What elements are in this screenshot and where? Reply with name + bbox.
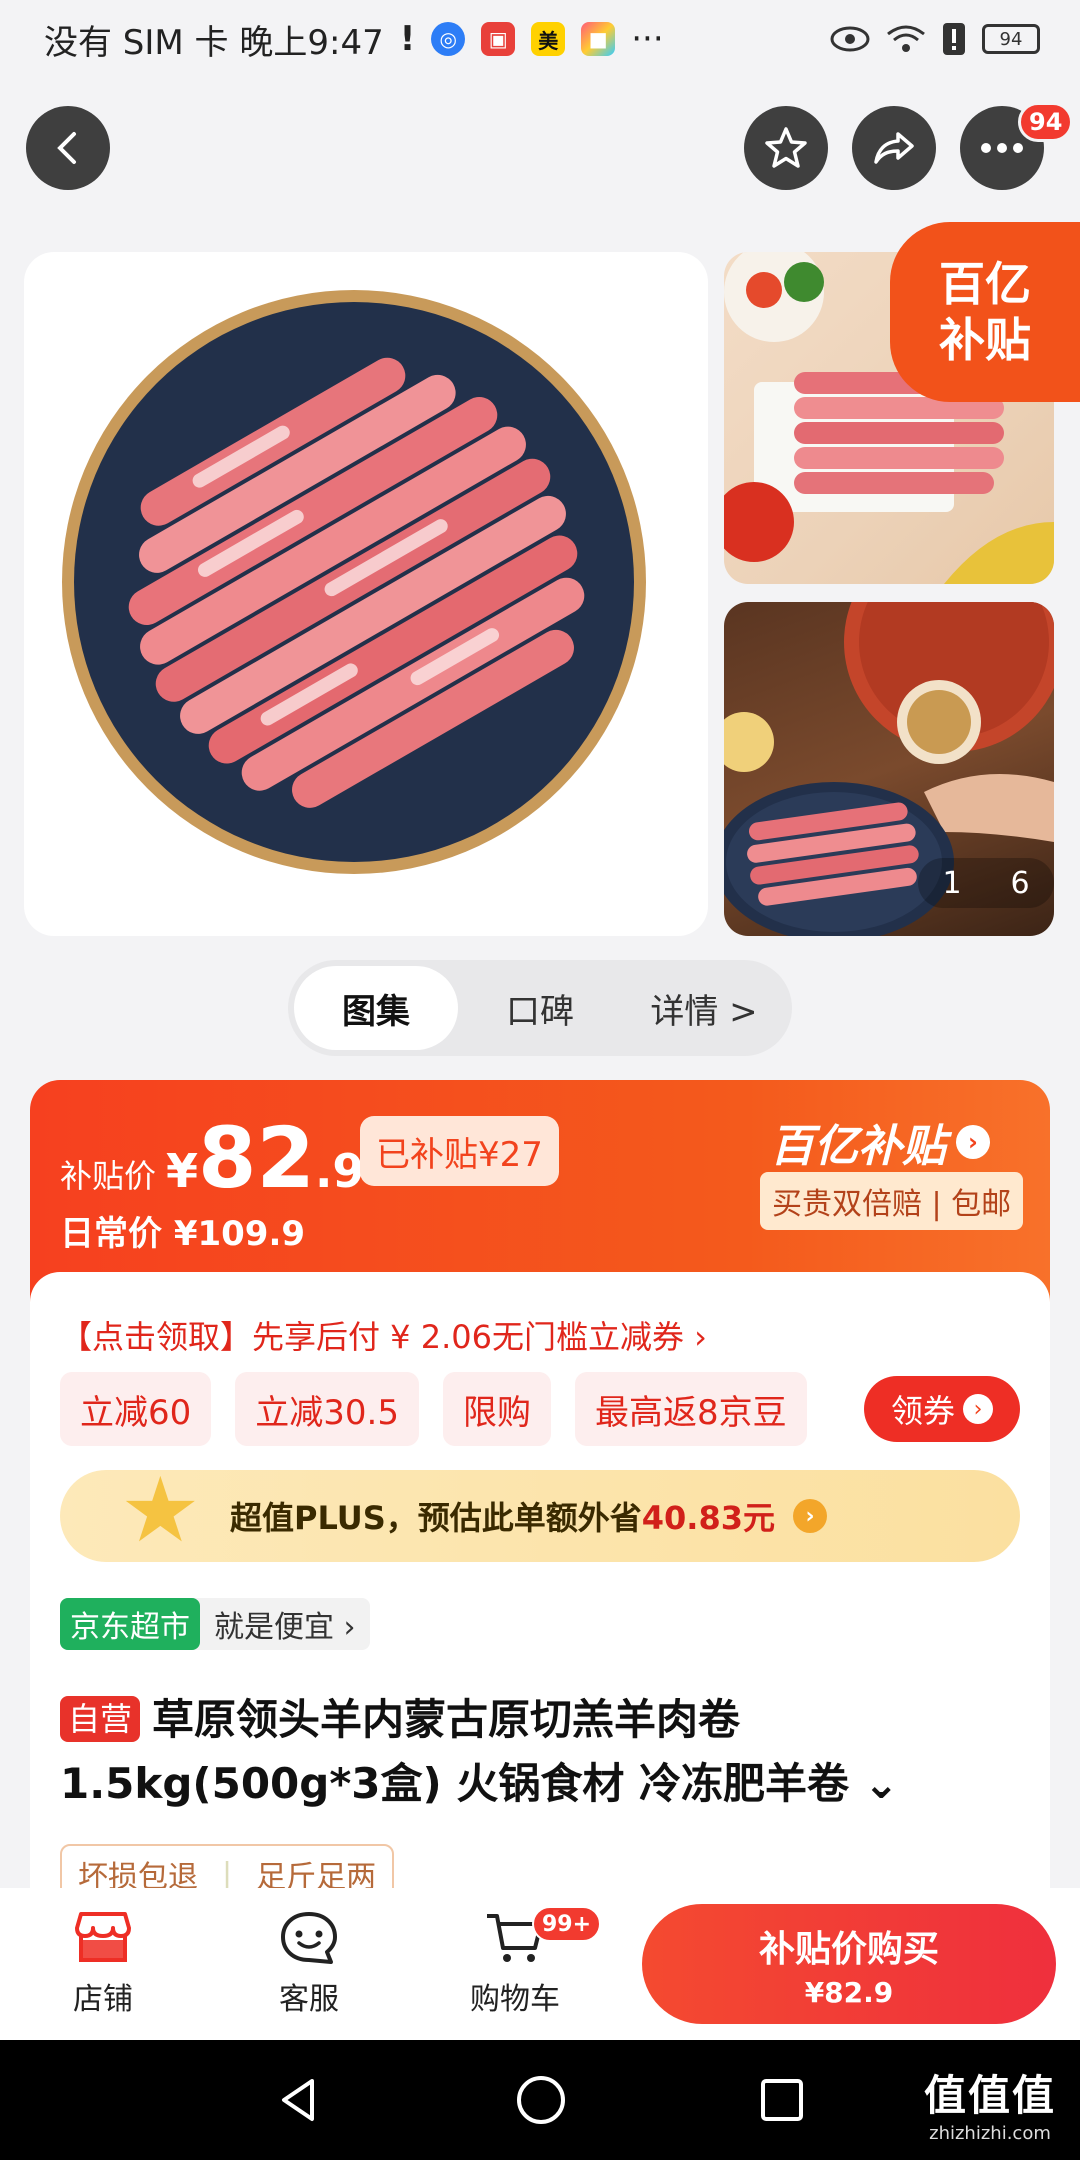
colorful-app-icon: ■ <box>581 22 616 56</box>
huawei-app-icon: ▣ <box>481 22 516 56</box>
plus-savings-text: 超值PLUS，预估此单额外省 <box>230 1499 642 1537</box>
cart-button[interactable]: 购物车 99+ <box>412 1888 618 2040</box>
yi-subsidy-logo[interactable]: 百亿补贴 › <box>770 1110 990 1174</box>
content-tabs: 图集 口碑 详情 > <box>288 960 792 1056</box>
promo-chip[interactable]: 立减30.5 <box>235 1372 419 1446</box>
carrier-time: 没有 SIM 卡 晚上9:47 <box>44 22 384 63</box>
site-watermark: 值值值 zhizhizhi.com <box>924 2062 1056 2144</box>
page-total: 6 <box>1010 865 1030 901</box>
claim-coupon-button[interactable]: 领券 › <box>864 1376 1020 1442</box>
subsidy-price: 补贴价 ¥ 82 .9 <box>60 1116 364 1200</box>
promo-chip[interactable]: 限购 <box>442 1372 551 1446</box>
bottom-action-bar: 店铺 客服 购物车 99+ 补贴价购买 ¥82.9 <box>0 1888 1080 2040</box>
tab-gallery[interactable]: 图集 <box>294 966 458 1050</box>
nav-home-icon[interactable] <box>514 2073 568 2127</box>
price-integer: 82 <box>198 1109 315 1207</box>
wifi-icon <box>887 25 925 52</box>
store-icon <box>75 1912 131 1962</box>
service-label: 客服 <box>279 1982 339 2017</box>
yi-subsidy-text: 百亿补贴 <box>770 1121 946 1172</box>
store-label: 店铺 <box>73 1982 133 2017</box>
customer-service-button[interactable]: 客服 <box>206 1888 412 2040</box>
yi-badge-line1: 百亿 <box>939 257 1031 311</box>
tab-reviews[interactable]: 口碑 <box>458 966 622 1050</box>
watermark-url: zhizhizhi.com <box>929 2123 1051 2144</box>
browser-app-icon: ◎ <box>431 22 466 56</box>
price-label: 补贴价 <box>60 1157 157 1195</box>
promo-chip[interactable]: 立减60 <box>60 1372 212 1446</box>
buy-button-label: 补贴价购买 <box>758 1928 939 1970</box>
promo-chips: 立减60 立减30.5 限购 最高返8京豆 <box>60 1372 807 1446</box>
star-icon: ★ <box>120 1458 201 1563</box>
yi-badge-line2: 补贴 <box>939 313 1031 367</box>
promo-chip[interactable]: 最高返8京豆 <box>574 1372 807 1446</box>
product-info-card: 【点击领取】先享后付 ¥ 2.06无门槛立减券 › 立减60 立减30.5 限购… <box>30 1272 1050 1904</box>
status-left: 没有 SIM 卡 晚上9:47 ! ◎ ▣ 美 ■ ··· <box>44 15 664 64</box>
tab-details[interactable]: 详情 > <box>622 966 786 1050</box>
jd-slogan: 就是便宜 › <box>214 1610 356 1645</box>
status-right: 94 <box>830 22 1040 56</box>
self-operated-tag: 自营 <box>60 1696 141 1742</box>
main-product-image[interactable] <box>24 252 708 936</box>
page-current: 1 <box>942 865 962 901</box>
price-yen: ¥ <box>166 1144 199 1198</box>
jd-supermarket-link[interactable]: 京东超市 就是便宜 › <box>60 1598 370 1650</box>
chevron-right-icon: › <box>963 1394 993 1424</box>
plus-savings-amount: 40.83元 <box>641 1499 775 1537</box>
share-button[interactable] <box>852 106 936 190</box>
product-title-block[interactable]: 自营 草原领头羊内蒙古原切羔羊肉卷 1.5kg(500g*3盒) 火锅食材 冷冻肥… <box>60 1688 1010 1816</box>
jd-supermarket-tag: 京东超市 <box>60 1598 200 1650</box>
favorite-button[interactable] <box>744 106 828 190</box>
system-navigation-bar <box>0 2040 1080 2160</box>
nav-back-icon[interactable] <box>274 2075 324 2125</box>
sim-alert-icon <box>943 23 965 55</box>
meituan-app-icon: 美 <box>531 22 566 56</box>
price-decimal: .9 <box>314 1144 365 1198</box>
more-dots-icon <box>981 143 1023 153</box>
subsidized-amount-tag: 已补贴¥27 <box>360 1116 559 1186</box>
watermark-logo: 值值值 <box>924 2071 1057 2120</box>
lamb-rolls-plate-image <box>62 290 646 874</box>
more-icon: ··· <box>631 19 664 59</box>
alert-icon: ! <box>399 19 416 59</box>
daily-price: 日常价 ¥109.9 <box>60 1214 306 1254</box>
store-button[interactable]: 店铺 <box>0 1888 206 2040</box>
eye-icon <box>830 26 870 52</box>
pay-later-coupon-link[interactable]: 【点击领取】先享后付 ¥ 2.06无门槛立减券 › <box>60 1312 707 1358</box>
message-badge: 94 <box>1018 102 1074 142</box>
gallery-page-indicator: 1 6 <box>918 858 1054 908</box>
buy-button-price: ¥82.9 <box>804 1975 894 2009</box>
nav-recents-icon[interactable] <box>758 2076 806 2124</box>
policy-divider: | <box>222 1856 233 1892</box>
chat-face-icon <box>281 1912 337 1964</box>
share-icon <box>874 132 914 164</box>
star-icon <box>765 127 807 168</box>
cart-count-badge: 99+ <box>532 1906 602 1942</box>
chevron-right-icon: › <box>956 1125 990 1159</box>
chevron-right-icon: › <box>792 1499 827 1533</box>
back-button[interactable] <box>26 106 110 190</box>
guarantee-tag: 买贵双倍赔 | 包邮 <box>760 1172 1024 1230</box>
claim-coupon-label: 领券 <box>890 1392 955 1430</box>
plus-savings-banner[interactable]: ★ 超值PLUS，预估此单额外省 40.83元 › <box>60 1458 1020 1563</box>
subsidy-buy-button[interactable]: 补贴价购买 ¥82.9 <box>642 1904 1056 2024</box>
product-title: 草原领头羊内蒙古原切羔羊肉卷 1.5kg(500g*3盒) 火锅食材 冷冻肥羊卷… <box>60 1695 899 1808</box>
cart-label: 购物车 <box>470 1982 560 2017</box>
status-bar: 没有 SIM 卡 晚上9:47 ! ◎ ▣ 美 ■ ··· 94 <box>0 0 1080 78</box>
yi-subsidy-badge: 百亿 补贴 <box>890 222 1080 402</box>
battery-indicator: 94 <box>982 24 1040 54</box>
chevron-left-icon <box>57 132 76 164</box>
